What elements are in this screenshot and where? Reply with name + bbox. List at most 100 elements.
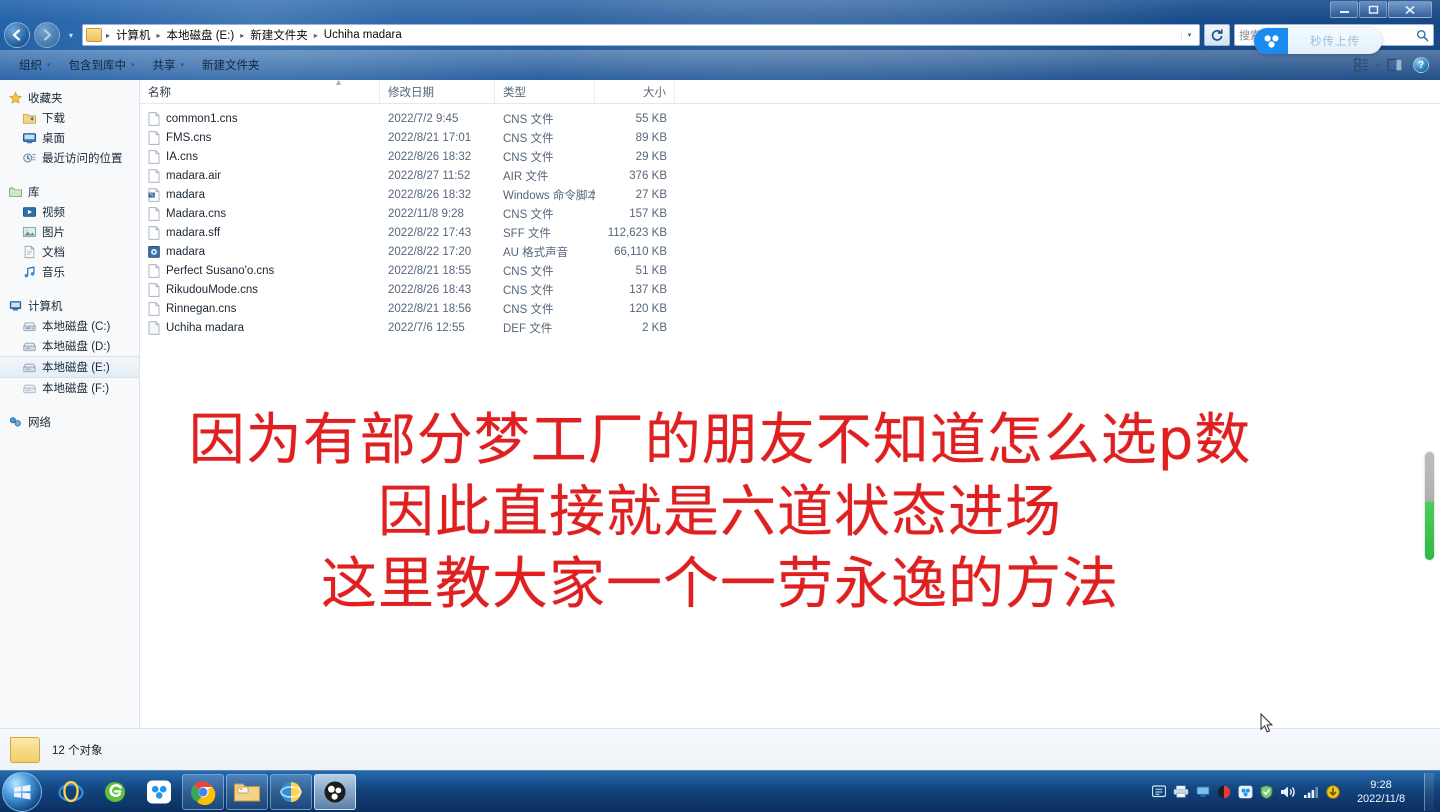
column-header-name[interactable]: 名称 <box>140 80 380 103</box>
maximize-button[interactable] <box>1359 1 1387 18</box>
baidu-tray-icon[interactable] <box>1238 785 1253 799</box>
toolbar-share-label: 共享 <box>152 60 176 72</box>
internet-explorer-icon <box>58 780 84 802</box>
toolbar-new-folder-button[interactable]: 新建文件夹 <box>193 54 269 76</box>
sidebar-item-favorites[interactable]: 收藏夹 <box>0 88 139 108</box>
file-name-text: Perfect Susano'o.cns <box>166 264 275 277</box>
sidebar-item-desktop[interactable]: 桌面 <box>0 128 139 148</box>
back-button[interactable] <box>4 22 30 48</box>
file-name-cell[interactable]: common1.cns <box>140 111 380 126</box>
sidebar-item-libraries[interactable]: 库 <box>0 182 139 202</box>
taskbar-item-internet-explorer[interactable] <box>50 774 92 810</box>
file-name-cell[interactable]: madara.air <box>140 168 380 183</box>
table-row[interactable]: Madara.cns 2022/11/8 9:28 CNS 文件 157 KB <box>140 204 1440 223</box>
sidebar-item-computer[interactable]: 计算机 <box>0 296 139 316</box>
table-row[interactable]: Perfect Susano'o.cns 2022/8/21 18:55 CNS… <box>140 261 1440 280</box>
sidebar-item-downloads[interactable]: 下载 <box>0 108 139 128</box>
help-button[interactable]: ? <box>1410 55 1432 75</box>
column-header-date[interactable]: 修改日期 <box>380 80 495 103</box>
baidu-netdisk-upload-pill[interactable]: 秒传上传 <box>1254 28 1382 54</box>
toolbar-right-group: ▾ ? <box>1350 55 1432 75</box>
refresh-button[interactable] <box>1204 24 1230 46</box>
navigation-pane[interactable]: 收藏夹 下载 桌面 最近访问的位置 库 视频 图片 文档 音乐 计算机 本地磁盘… <box>0 80 140 728</box>
start-button[interactable] <box>2 771 42 812</box>
breadcrumb-item-0[interactable]: 计算机 <box>113 26 154 44</box>
file-type-cell: CNS 文件 <box>503 208 554 221</box>
file-name-cell[interactable]: % madara <box>140 187 380 202</box>
shield-icon[interactable] <box>1260 784 1273 799</box>
window-titlebar[interactable] <box>0 0 1440 20</box>
forward-button[interactable] <box>34 22 60 48</box>
sidebar-item-pictures[interactable]: 图片 <box>0 222 139 242</box>
table-row[interactable]: madara.air 2022/8/27 11:52 AIR 文件 376 KB <box>140 166 1440 185</box>
table-row[interactable]: RikudouMode.cns 2022/8/26 18:43 CNS 文件 1… <box>140 280 1440 299</box>
taskbar-item-windows-explorer[interactable] <box>226 773 268 810</box>
file-name-cell[interactable]: IA.cns <box>140 149 380 164</box>
breadcrumb-item-2[interactable]: 新建文件夹 <box>247 26 311 44</box>
sidebar-item-drive-c[interactable]: 本地磁盘 (C:) <box>0 316 139 336</box>
sidebar-item-drive-f[interactable]: 本地磁盘 (F:) <box>0 378 139 398</box>
toolbar-share-button[interactable]: 共享 ▾ <box>144 54 194 76</box>
sidebar-item-drive-e[interactable]: 本地磁盘 (E:) <box>0 356 139 378</box>
taskbar-item-google-chrome[interactable] <box>182 773 224 810</box>
column-header-size[interactable]: 大小 <box>595 80 675 103</box>
table-row[interactable]: madara 2022/8/22 17:20 AU 格式声音 66,110 KB <box>140 242 1440 261</box>
antivirus-icon[interactable] <box>1217 785 1231 799</box>
file-list-pane[interactable]: 名称 修改日期 类型 大小 ▲ common1.cns 2022/7/2 9:4… <box>140 77 1440 728</box>
sidebar-item-recent-places[interactable]: 最近访问的位置 <box>0 148 139 168</box>
table-row[interactable]: % madara 2022/8/26 18:32 Windows 命令脚本 27… <box>140 185 1440 204</box>
file-size-cell: 157 KB <box>629 207 667 220</box>
table-row[interactable]: common1.cns 2022/7/2 9:45 CNS 文件 55 KB <box>140 109 1440 128</box>
sidebar-item-drive-d[interactable]: 本地磁盘 (D:) <box>0 336 139 356</box>
network-share-icon[interactable] <box>1196 785 1210 798</box>
blank-file-icon <box>148 149 160 164</box>
taskbar-clock[interactable]: 9:28 2022/11/8 <box>1348 778 1414 806</box>
file-name-cell[interactable]: Rinnegan.cns <box>140 301 380 316</box>
file-name-cell[interactable]: madara <box>140 245 380 259</box>
taskbar-item-360-browser[interactable] <box>94 774 136 810</box>
edge-scrollbar-thumb[interactable] <box>1425 452 1434 560</box>
file-name-cell[interactable]: Perfect Susano'o.cns <box>140 263 380 278</box>
computer-icon <box>9 301 22 311</box>
taskbar-item-baidu-netdisk[interactable] <box>138 774 180 810</box>
sidebar-item-documents[interactable]: 文档 <box>0 242 139 262</box>
recent-pages-dropdown[interactable]: ▾ <box>64 25 78 45</box>
sidebar-item-network[interactable]: 网络 <box>0 412 139 432</box>
view-dropdown-caret[interactable]: ▾ <box>1376 61 1380 69</box>
show-desktop-button[interactable] <box>1424 772 1434 811</box>
taskbar-item-obs-studio[interactable] <box>314 773 356 810</box>
chevron-down-icon[interactable]: ▾ <box>1181 31 1197 39</box>
file-type-cell: AIR 文件 <box>503 170 549 183</box>
printer-icon[interactable] <box>1173 785 1189 798</box>
input-method-icon[interactable] <box>1152 785 1166 798</box>
file-name-cell[interactable]: madara.sff <box>140 225 380 240</box>
table-row[interactable]: Rinnegan.cns 2022/8/21 18:56 CNS 文件 120 … <box>140 299 1440 318</box>
file-name-cell[interactable]: Madara.cns <box>140 206 380 221</box>
update-icon[interactable] <box>1326 784 1340 799</box>
file-name-cell[interactable]: Uchiha madara <box>140 320 380 335</box>
close-button[interactable] <box>1388 1 1432 18</box>
minimize-button[interactable] <box>1330 1 1358 18</box>
table-row[interactable]: FMS.cns 2022/8/21 17:01 CNS 文件 89 KB <box>140 128 1440 147</box>
file-list-rows[interactable]: common1.cns 2022/7/2 9:45 CNS 文件 55 KB F… <box>140 104 1440 728</box>
taskbar-item-ie-window[interactable] <box>270 773 312 810</box>
sidebar-item-music[interactable]: 音乐 <box>0 262 139 282</box>
volume-icon[interactable] <box>1280 785 1296 799</box>
file-name-cell[interactable]: FMS.cns <box>140 130 380 145</box>
preview-pane-button[interactable] <box>1384 55 1406 75</box>
network-signal-icon[interactable] <box>1303 785 1319 799</box>
file-date-cell: 2022/8/21 18:55 <box>388 264 472 277</box>
table-row[interactable]: IA.cns 2022/8/26 18:32 CNS 文件 29 KB <box>140 147 1440 166</box>
change-view-button[interactable] <box>1350 55 1372 75</box>
sidebar-item-videos[interactable]: 视频 <box>0 202 139 222</box>
table-row[interactable]: Uchiha madara 2022/7/6 12:55 DEF 文件 2 KB <box>140 318 1440 337</box>
address-bar[interactable]: ▸ 计算机 ▸ 本地磁盘 (E:) ▸ 新建文件夹 ▸ Uchiha madar… <box>82 24 1200 46</box>
script-file-icon: % <box>148 187 160 202</box>
table-row[interactable]: madara.sff 2022/8/22 17:43 SFF 文件 112,62… <box>140 223 1440 242</box>
toolbar-organize-button[interactable]: 组织 ▾ <box>10 54 60 76</box>
file-name-cell[interactable]: RikudouMode.cns <box>140 282 380 297</box>
column-header-type[interactable]: 类型 <box>495 80 595 103</box>
toolbar-include-in-library-button[interactable]: 包含到库中 ▾ <box>60 54 144 76</box>
breadcrumb-item-3[interactable]: Uchiha madara <box>321 28 405 42</box>
breadcrumb-item-1[interactable]: 本地磁盘 (E:) <box>164 26 238 44</box>
